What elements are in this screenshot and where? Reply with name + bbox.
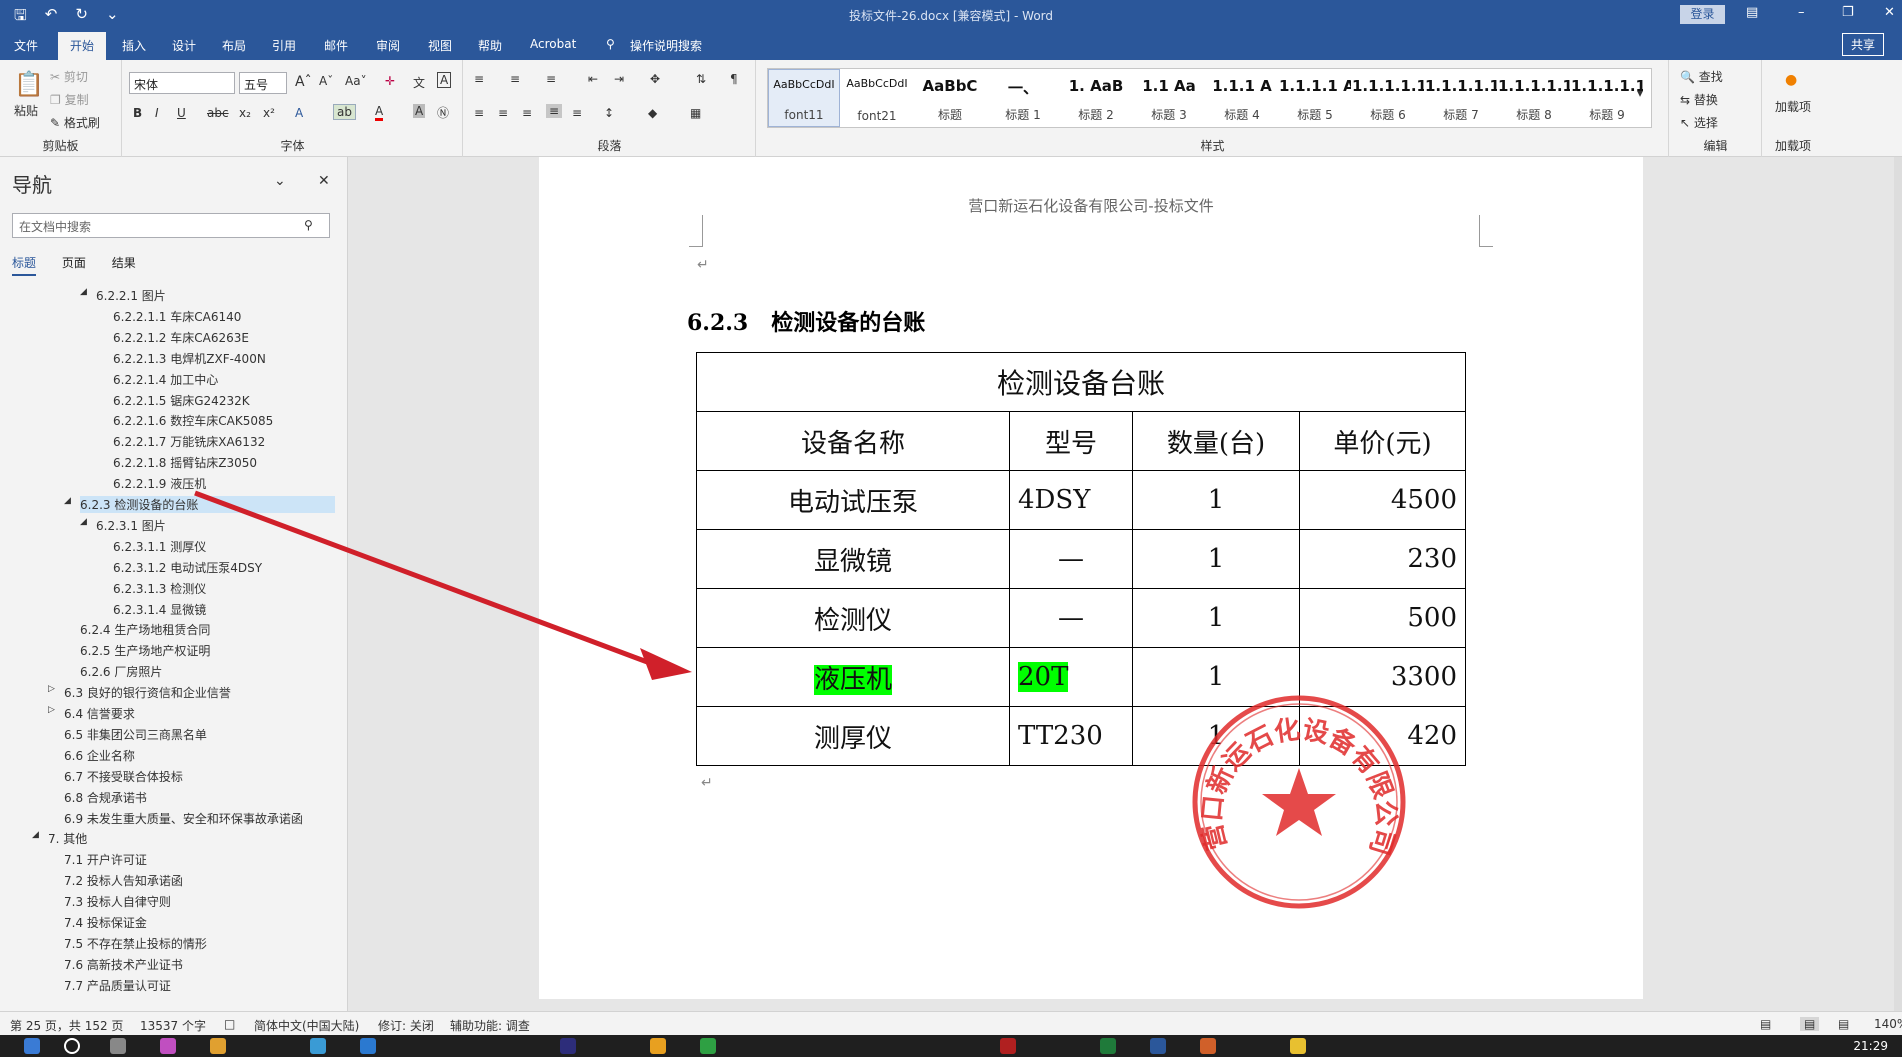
app-icon[interactable]: [1000, 1038, 1016, 1054]
company-seal: 营口新运石化设备有限公司: [1192, 695, 1406, 909]
search-icon[interactable]: [64, 1038, 80, 1054]
clock: 21:29: [1853, 1039, 1888, 1053]
start-icon[interactable]: [24, 1038, 40, 1054]
track-changes[interactable]: 修订: 关闭: [378, 1017, 434, 1034]
app-icon[interactable]: [160, 1038, 176, 1054]
app-icon[interactable]: [560, 1038, 576, 1054]
arrow-head: [640, 648, 692, 680]
word-count[interactable]: 13537 个字: [140, 1017, 206, 1034]
red-arrow-annotation: [194, 490, 692, 680]
app-icon[interactable]: [310, 1038, 326, 1054]
taskbar: 21:29: [0, 1035, 1902, 1057]
read-mode-icon[interactable]: ▤: [1760, 1017, 1771, 1031]
app-icon[interactable]: [210, 1038, 226, 1054]
language[interactable]: 简体中文(中国大陆): [254, 1017, 359, 1034]
print-layout-icon[interactable]: ▤: [1800, 1017, 1820, 1031]
excel-icon[interactable]: [1100, 1038, 1116, 1054]
proofing-icon[interactable]: □: [224, 1017, 235, 1031]
app-icon[interactable]: [110, 1038, 126, 1054]
app-icon[interactable]: [700, 1038, 716, 1054]
app-icon[interactable]: [650, 1038, 666, 1054]
app-icon[interactable]: [360, 1038, 376, 1054]
zoom-level[interactable]: 140%: [1874, 1017, 1902, 1031]
word-icon[interactable]: [1150, 1038, 1166, 1054]
folder-icon[interactable]: [1290, 1038, 1306, 1054]
page-count[interactable]: 第 25 页，共 152 页: [10, 1017, 123, 1034]
status-bar: 第 25 页，共 152 页 13537 个字 □ 简体中文(中国大陆) 修订:…: [0, 1011, 1902, 1035]
accessibility[interactable]: 辅助功能: 调查: [450, 1017, 530, 1034]
app-icon[interactable]: [1200, 1038, 1216, 1054]
web-layout-icon[interactable]: ▤: [1838, 1017, 1849, 1031]
arrow-shaft: [194, 490, 651, 666]
